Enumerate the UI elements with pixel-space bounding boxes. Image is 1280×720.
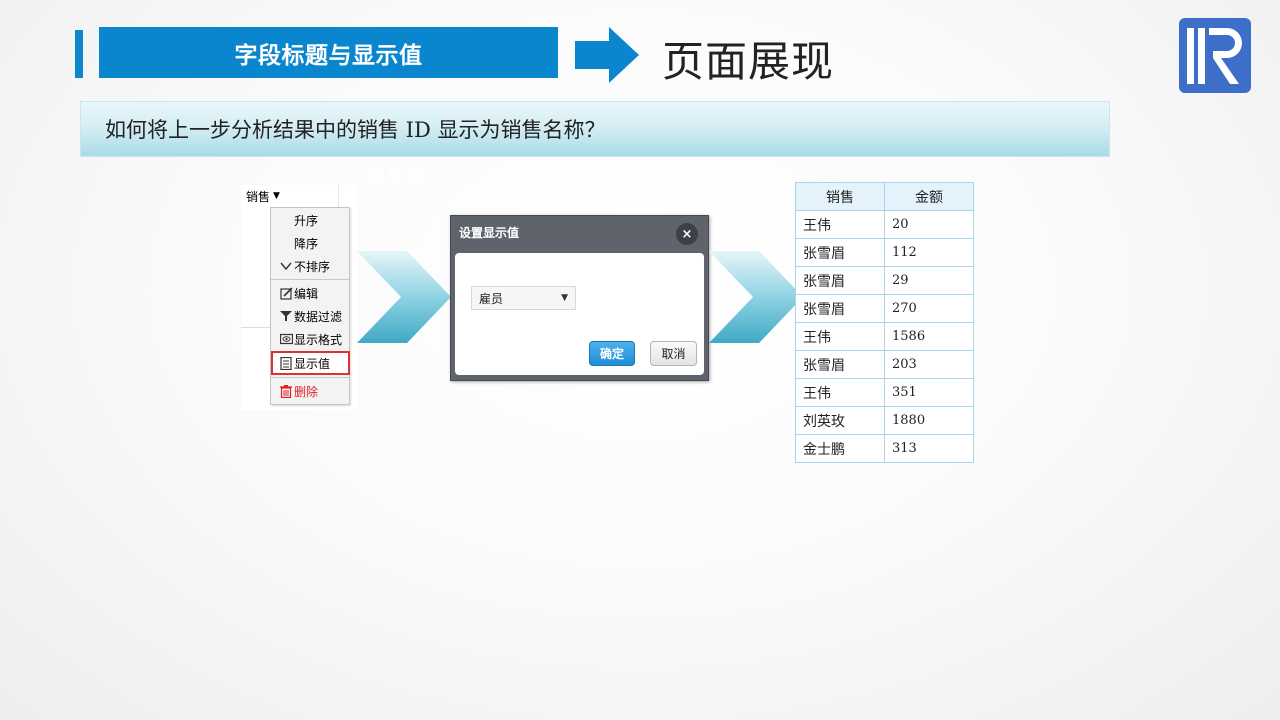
- cell-sales: 金士鹏: [795, 434, 885, 463]
- cell-amount: 203: [884, 350, 974, 379]
- cell-sales: 张雪眉: [795, 266, 885, 295]
- checkmark-icon: [279, 259, 293, 273]
- menu-item-delete[interactable]: 删除: [271, 380, 349, 402]
- column-header: 金额: [884, 182, 974, 211]
- column-header-label: 销售: [246, 189, 271, 204]
- display-value-select[interactable]: 雇员 ▼: [471, 286, 576, 310]
- menu-item-label: 升序: [294, 213, 319, 228]
- display-value-dialog: 设置显示值 × 雇员 ▼ 确定 取消: [450, 215, 709, 381]
- ghost-text: 应用馆: [366, 164, 426, 188]
- close-icon[interactable]: ×: [676, 223, 698, 245]
- cell-sales: 张雪眉: [795, 350, 885, 379]
- arrow-right-icon: [575, 27, 639, 83]
- cell-sales: 王伟: [795, 322, 885, 351]
- blank-icon: [279, 213, 293, 227]
- result-table: 销售 金额 王伟 20 张雪眉 112 张雪眉 29 张雪眉 270 王伟 1586 张雪…: [795, 182, 974, 463]
- eye-icon: [279, 332, 293, 346]
- table-row: 王伟 20: [795, 210, 974, 239]
- menu-item-no-sort[interactable]: 不排序: [271, 255, 349, 277]
- table-row: 王伟 1586: [795, 322, 974, 351]
- cell-amount: 112: [884, 238, 974, 267]
- table-row: 王伟 351: [795, 378, 974, 407]
- cell-sales: 刘英玫: [795, 406, 885, 435]
- cell-sales: 张雪眉: [795, 238, 885, 267]
- page-heading: 页面展现: [662, 37, 835, 86]
- menu-item-sort-asc[interactable]: 升序: [271, 209, 349, 231]
- column-header-sales[interactable]: 销售 ▼: [241, 185, 339, 207]
- table-header-row: 销售 金额: [795, 182, 974, 211]
- cell-amount: 1880: [884, 406, 974, 435]
- dropdown-arrow-icon: ▼: [561, 293, 568, 303]
- section-title: 字段标题与显示值: [99, 27, 558, 78]
- accent-bar: [75, 30, 83, 78]
- cell-amount: 29: [884, 266, 974, 295]
- menu-item-label: 删除: [294, 384, 319, 399]
- menu-divider: [271, 377, 349, 378]
- cancel-button[interactable]: 取消: [650, 341, 697, 366]
- menu-item-label: 显示值: [294, 356, 331, 371]
- cell-amount: 351: [884, 378, 974, 407]
- cell-amount: 20: [884, 210, 974, 239]
- table-row: 张雪眉 270: [795, 294, 974, 323]
- chevron-right-icon: [357, 251, 451, 343]
- menu-item-sort-desc[interactable]: 降序: [271, 232, 349, 254]
- context-menu: 升序 降序 不排序 编辑 数据过滤 显示格式 显示值 删除: [270, 207, 350, 405]
- select-value: 雇员: [479, 291, 504, 306]
- menu-item-label: 显示格式: [294, 332, 343, 347]
- table-row: 张雪眉 112: [795, 238, 974, 267]
- menu-item-label: 不排序: [294, 259, 331, 274]
- table-row: 金士鹏 313: [795, 434, 974, 463]
- column-header: 销售: [795, 182, 885, 211]
- ok-button[interactable]: 确定: [589, 341, 635, 366]
- dialog-title: 设置显示值: [459, 226, 520, 240]
- document-icon: [279, 356, 293, 370]
- raqsoft-logo-icon: [1179, 18, 1251, 93]
- cell-amount: 270: [884, 294, 974, 323]
- menu-item-display-format[interactable]: 显示格式: [271, 328, 349, 350]
- menu-item-label: 数据过滤: [294, 309, 343, 324]
- cell-sales: 王伟: [795, 378, 885, 407]
- cell-sales: 王伟: [795, 210, 885, 239]
- cell-amount: 1586: [884, 322, 974, 351]
- edit-icon: [279, 286, 293, 300]
- menu-divider: [271, 279, 349, 280]
- caret-down-icon[interactable]: ▼: [273, 191, 280, 201]
- column-body: [241, 207, 271, 328]
- cell-sales: 张雪眉: [795, 294, 885, 323]
- table-row: 张雪眉 29: [795, 266, 974, 295]
- menu-item-edit[interactable]: 编辑: [271, 282, 349, 304]
- column-menu-panel: 销售 ▼ 升序 降序 不排序 编辑 数据过滤 显示格式 显示值 删除: [241, 185, 357, 410]
- menu-item-label: 编辑: [294, 286, 319, 301]
- table-row: 张雪眉 203: [795, 350, 974, 379]
- cell-amount: 313: [884, 434, 974, 463]
- trash-icon: [279, 384, 293, 398]
- menu-item-label: 降序: [294, 236, 319, 251]
- blank-icon: [279, 236, 293, 250]
- table-row: 刘英玫 1880: [795, 406, 974, 435]
- menu-item-filter[interactable]: 数据过滤: [271, 305, 349, 327]
- dialog-body: 雇员 ▼ 确定 取消: [455, 253, 704, 375]
- menu-item-display-value[interactable]: 显示值: [271, 351, 350, 375]
- question-text: 如何将上一步分析结果中的销售 ID 显示为销售名称？: [105, 118, 606, 142]
- filter-icon: [279, 309, 293, 323]
- question-banner: 如何将上一步分析结果中的销售 ID 显示为销售名称？: [80, 101, 1110, 157]
- chevron-right-icon: [709, 251, 803, 343]
